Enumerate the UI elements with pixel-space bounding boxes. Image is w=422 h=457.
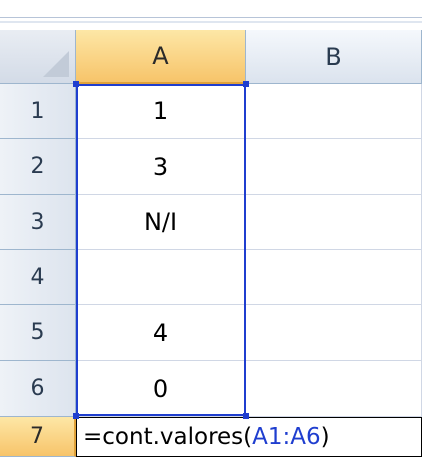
formula-range-ref: A1:A6 (252, 424, 321, 450)
cell-a6[interactable]: 0 (76, 361, 246, 417)
row-header-6[interactable]: 6 (0, 361, 76, 417)
row-header-7[interactable]: 7 (0, 417, 76, 457)
select-all-button[interactable] (0, 30, 76, 84)
spreadsheet-grid: A B 1 1 2 3 3 N/I 4 5 4 6 0 7 =cont.valo… (0, 30, 422, 457)
range-handle-bottom-left[interactable] (73, 413, 79, 419)
range-handle-top-right[interactable] (243, 81, 249, 87)
cell-b2[interactable] (246, 139, 422, 195)
cell-a1[interactable]: 1 (76, 84, 246, 139)
cell-a4[interactable] (76, 250, 246, 305)
cell-b4[interactable] (246, 250, 422, 305)
cell-b6[interactable] (246, 361, 422, 417)
cell-b5[interactable] (246, 305, 422, 361)
cell-a5[interactable]: 4 (76, 305, 246, 361)
toolbar-remnant (0, 0, 422, 30)
cell-b3[interactable] (246, 195, 422, 250)
cell-a3[interactable]: N/I (76, 195, 246, 250)
range-handle-bottom-right[interactable] (243, 413, 249, 419)
row-header-2[interactable]: 2 (0, 139, 76, 195)
cell-a7-formula-editor[interactable]: =cont.valores(A1:A6) (76, 417, 422, 457)
column-header-b[interactable]: B (246, 30, 422, 84)
row-header-5[interactable]: 5 (0, 305, 76, 361)
cell-a2[interactable]: 3 (76, 139, 246, 195)
divider (0, 17, 422, 18)
cell-b1[interactable] (246, 84, 422, 139)
formula-prefix: =cont.valores( (83, 424, 253, 450)
column-header-a[interactable]: A (76, 30, 246, 84)
select-all-icon (43, 51, 69, 77)
divider (0, 21, 422, 23)
formula-suffix: ) (320, 424, 330, 450)
range-handle-top-left[interactable] (73, 81, 79, 87)
row-header-1[interactable]: 1 (0, 84, 76, 139)
row-header-4[interactable]: 4 (0, 250, 76, 305)
row-header-3[interactable]: 3 (0, 195, 76, 250)
